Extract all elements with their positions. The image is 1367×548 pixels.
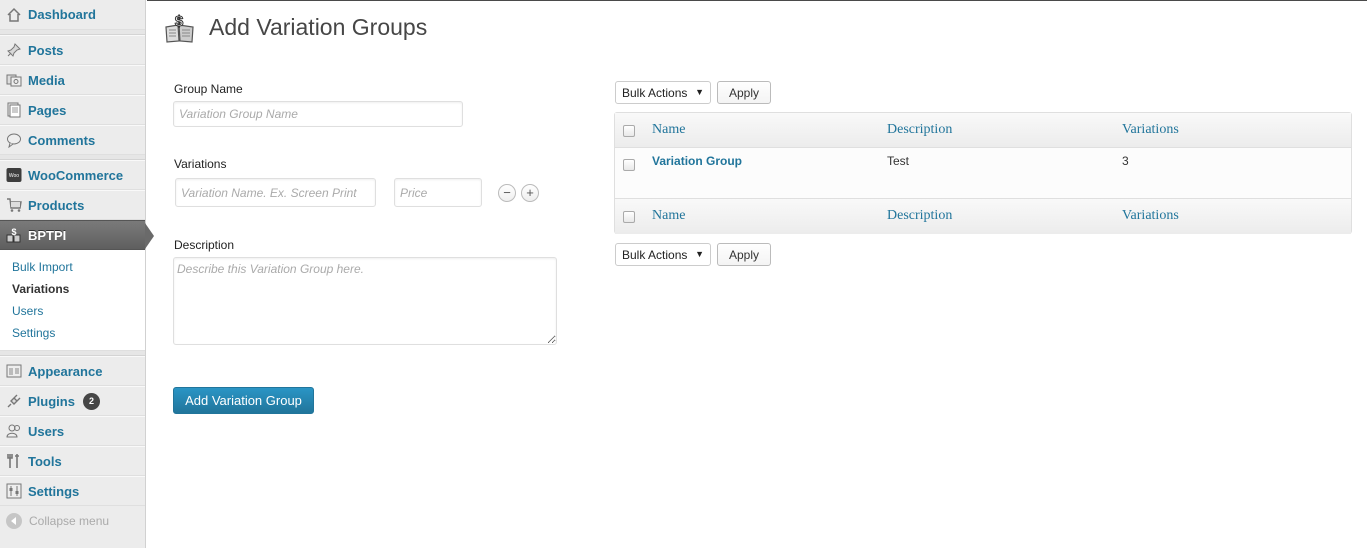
menu-item-appearance[interactable]: Appearance	[0, 356, 145, 386]
submenu-item-users[interactable]: Users	[0, 300, 145, 322]
menu-label-posts: Posts	[28, 42, 64, 58]
bulk-actions-select-label: Bulk Actions	[622, 85, 688, 100]
menu-item-woocommerce[interactable]: Woo WooCommerce	[0, 160, 145, 190]
add-variation-button[interactable]: +	[521, 184, 539, 202]
column-header-variations[interactable]: Variations	[1122, 122, 1179, 138]
select-all-checkbox-footer[interactable]	[623, 211, 635, 223]
menu-label-appearance: Appearance	[28, 363, 103, 379]
select-all-checkbox[interactable]	[623, 125, 635, 137]
pages-icon	[6, 102, 22, 118]
variations-label: Variations	[174, 157, 227, 171]
collapse-arrow-icon	[6, 513, 22, 529]
variation-name-input[interactable]	[175, 178, 376, 207]
column-footer-description[interactable]: Description	[887, 208, 952, 224]
row-name-link[interactable]: Variation Group	[652, 154, 742, 168]
column-footer-name[interactable]: Name	[652, 208, 685, 224]
collapse-menu-button[interactable]: Collapse menu	[0, 506, 145, 536]
group-name-label: Group Name	[174, 82, 243, 96]
menu-item-users[interactable]: Users	[0, 416, 145, 446]
menu-label-dashboard: Dashboard	[28, 7, 96, 22]
admin-sidebar: Dashboard Posts Media Pages Comments Woo…	[0, 0, 154, 548]
pushpin-icon	[6, 42, 22, 58]
menu-label-plugins: Plugins	[28, 393, 75, 409]
users-icon	[6, 423, 22, 439]
bulk-actions-select-top[interactable]: Bulk Actions ▼	[615, 81, 711, 104]
menu-item-media[interactable]: Media	[0, 65, 145, 95]
menu-label-woocommerce: WooCommerce	[28, 167, 124, 183]
bulk-actions-select-label: Bulk Actions	[622, 247, 688, 262]
plug-icon	[6, 393, 22, 409]
comment-bubble-icon	[6, 132, 22, 148]
menu-label-products: Products	[28, 197, 85, 213]
menu-item-plugins[interactable]: Plugins 2	[0, 386, 145, 416]
table-header-row: Name Description Variations	[615, 113, 1351, 148]
submenu-item-settings[interactable]: Settings	[0, 322, 145, 344]
column-header-name[interactable]: Name	[652, 122, 685, 138]
cart-icon	[6, 197, 22, 213]
menu-item-dashboard[interactable]: Dashboard	[0, 0, 145, 30]
variation-groups-page-icon: $	[164, 13, 196, 43]
menu-item-tools[interactable]: Tools	[0, 446, 145, 476]
menu-label-settings: Settings	[28, 483, 80, 499]
bulk-actions-select-bottom[interactable]: Bulk Actions ▼	[615, 243, 711, 266]
apply-button-bottom[interactable]: Apply	[717, 243, 771, 266]
dropdown-arrow-icon: ▼	[695, 87, 704, 97]
appearance-icon	[6, 363, 22, 379]
variation-price-input[interactable]	[394, 178, 482, 207]
svg-text:$: $	[11, 227, 16, 237]
menu-item-pages[interactable]: Pages	[0, 95, 145, 125]
submenu-item-variations[interactable]: Variations	[0, 278, 145, 300]
svg-text:Woo: Woo	[9, 173, 19, 179]
submenu-item-bulk-import[interactable]: Bulk Import	[0, 256, 145, 278]
description-textarea[interactable]	[173, 257, 557, 345]
menu-label-comments: Comments	[28, 132, 96, 148]
main-content: $ Add Variation Groups Group Name Variat…	[147, 0, 1367, 548]
menu-label-pages: Pages	[28, 102, 67, 118]
menu-label-tools: Tools	[28, 453, 62, 469]
column-footer-variations[interactable]: Variations	[1122, 208, 1179, 224]
woocommerce-icon: Woo	[6, 167, 22, 183]
plugin-update-count-badge: 2	[82, 392, 100, 410]
collapse-menu-label: Collapse menu	[29, 514, 110, 528]
remove-variation-button[interactable]: −	[498, 184, 516, 202]
description-label: Description	[174, 238, 235, 252]
table-footer-row: Name Description Variations	[615, 199, 1351, 234]
top-border	[147, 0, 1367, 1]
menu-item-products[interactable]: Products	[0, 190, 145, 220]
menu-item-comments[interactable]: Comments	[0, 125, 145, 155]
svg-text:$: $	[175, 13, 184, 30]
media-icon	[6, 72, 22, 88]
dashboard-icon	[6, 7, 22, 23]
tools-icon	[6, 453, 22, 469]
group-name-input[interactable]	[173, 101, 463, 127]
menu-item-settings[interactable]: Settings	[0, 476, 145, 506]
menu-item-bptpi[interactable]: $ BPTPI	[0, 220, 154, 250]
menu-item-posts[interactable]: Posts	[0, 35, 145, 65]
page-title: Add Variation Groups	[209, 14, 428, 40]
bptpi-icon: $	[6, 227, 22, 243]
menu-label-users: Users	[28, 423, 65, 439]
column-header-description[interactable]: Description	[887, 122, 952, 138]
dropdown-arrow-icon: ▼	[695, 249, 704, 259]
bptpi-submenu: Bulk Import Variations Users Settings	[0, 250, 145, 351]
table-row: Variation Group Test 3	[615, 148, 1351, 199]
add-variation-group-button[interactable]: Add Variation Group	[173, 387, 314, 414]
menu-label-bptpi: BPTPI	[28, 227, 67, 243]
variation-groups-table: Name Description Variations Variation Gr…	[614, 112, 1352, 234]
row-checkbox[interactable]	[623, 159, 635, 171]
row-description: Test	[887, 154, 910, 168]
apply-button-top[interactable]: Apply	[717, 81, 771, 104]
settings-sliders-icon	[6, 483, 22, 499]
row-variations-count: 3	[1122, 154, 1129, 168]
menu-label-media: Media	[28, 72, 65, 88]
